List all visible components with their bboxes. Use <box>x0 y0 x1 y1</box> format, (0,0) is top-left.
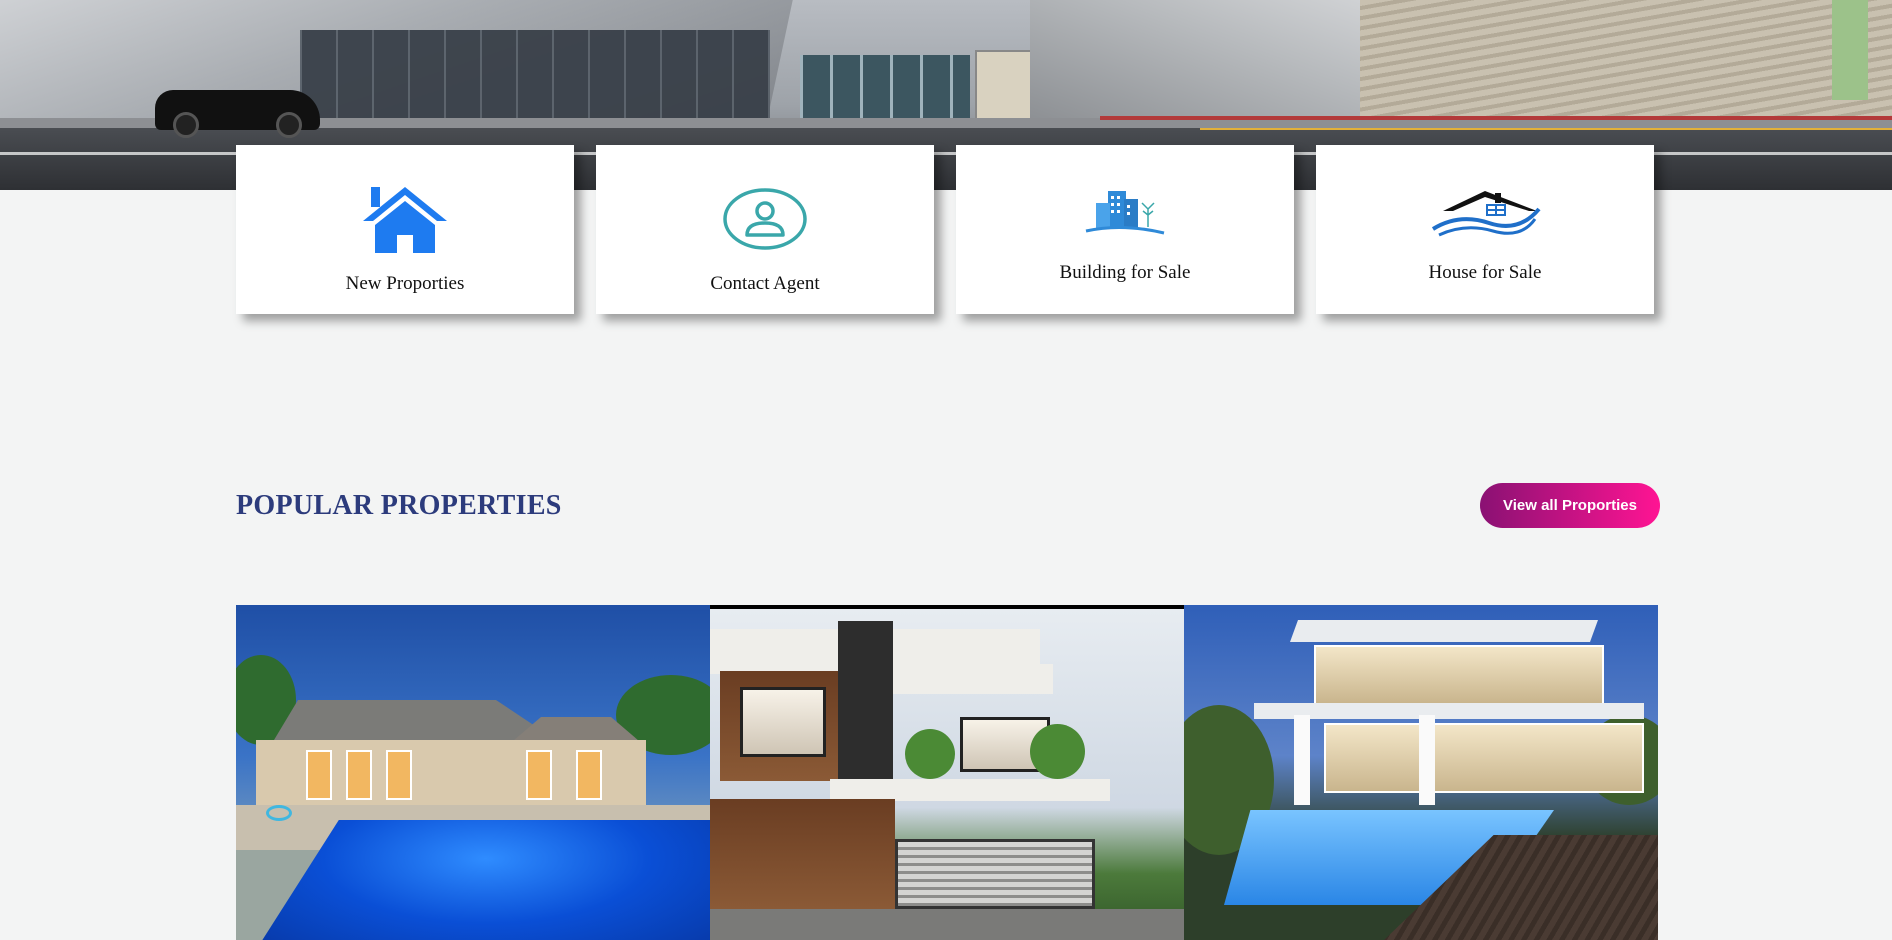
category-card-house-for-sale[interactable]: House for Sale <box>1316 145 1654 314</box>
house-icon <box>363 187 447 253</box>
property-image-luxury-pool-house[interactable] <box>1184 605 1658 940</box>
property-image-modern-villa[interactable] <box>710 605 1184 940</box>
ground-wall <box>710 799 895 909</box>
planter <box>1030 724 1085 779</box>
house-logo-icon <box>1431 191 1541 237</box>
roof <box>274 700 556 740</box>
green-pillar <box>1832 0 1868 100</box>
driveway <box>710 909 1184 940</box>
category-label: Building for Sale <box>1059 262 1191 283</box>
yellow-lane-line <box>1200 128 1892 130</box>
category-card-building-for-sale[interactable]: Building for Sale <box>956 145 1294 314</box>
view-all-properties-button[interactable]: View all Proporties <box>1480 483 1660 528</box>
category-card-new-properties[interactable]: New Proporties <box>236 145 574 314</box>
lit-window <box>346 750 372 800</box>
floor-slab <box>1254 703 1644 719</box>
outdoor-stairs <box>1360 0 1892 118</box>
planter <box>905 729 955 779</box>
buildings-icon <box>1085 191 1165 235</box>
glass-level-lower <box>1324 723 1644 793</box>
window <box>740 687 826 757</box>
category-label: New Proporties <box>345 273 465 294</box>
pillar <box>1419 715 1435 805</box>
sliding-gate <box>895 839 1095 909</box>
pillar <box>1294 715 1310 805</box>
category-label: Contact Agent <box>710 273 820 294</box>
upper-balcony <box>893 664 1053 694</box>
lounge-chair <box>266 805 292 821</box>
red-curb-line <box>1100 116 1892 120</box>
section-title: POPULAR PROPERTIES <box>236 490 562 521</box>
property-image-pool-house[interactable] <box>236 605 710 940</box>
category-label: House for Sale <box>1428 262 1542 283</box>
glass-level-upper <box>1314 645 1604 705</box>
balcony-slab <box>830 779 1110 801</box>
lit-window <box>306 750 332 800</box>
category-card-contact-agent[interactable]: Contact Agent <box>596 145 934 314</box>
lit-window <box>576 750 602 800</box>
lit-window <box>526 750 552 800</box>
lit-window <box>386 750 412 800</box>
roof-slab <box>1289 620 1599 642</box>
limousine <box>155 90 320 138</box>
user-circle-icon <box>723 188 807 250</box>
poster-panel <box>975 50 1035 125</box>
